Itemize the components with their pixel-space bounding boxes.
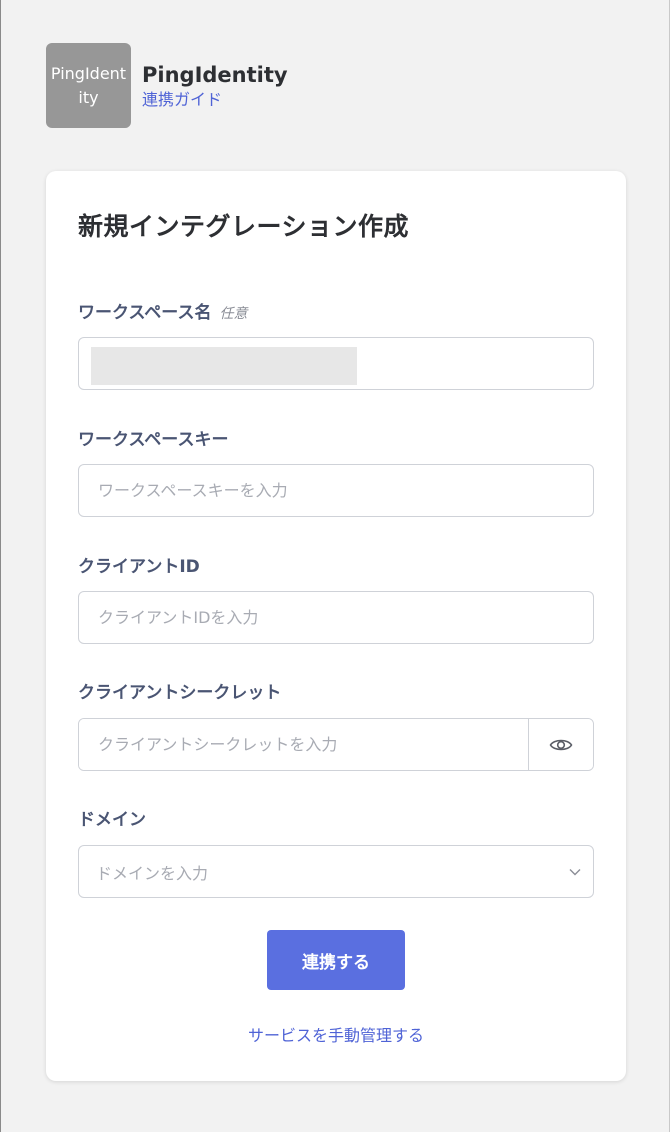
connect-button[interactable]: 連携する (267, 930, 405, 990)
manual-manage-link[interactable]: サービスを手動管理する (46, 1022, 626, 1046)
client-secret-label: クライアントシークレット (78, 683, 282, 703)
brand-name: PingIdentity (142, 62, 288, 87)
domain-select[interactable]: ドメインを入力 (78, 845, 594, 898)
integration-form-card: 新規インテグレーション作成 ワークスペース名任意 ワークスペースキー クライアン… (46, 171, 626, 1081)
workspace-name-label: ワークスペース名 任意 (78, 298, 247, 323)
toggle-visibility-button[interactable] (528, 719, 593, 770)
redacted-value (91, 347, 357, 385)
client-secret-group (78, 718, 594, 771)
domain-label: ドメイン (78, 810, 146, 830)
app-header: PingIdentity PingIdentity 連携ガイド (46, 43, 288, 128)
eye-icon (549, 739, 573, 750)
page-title: 新規インテグレーション作成 (78, 212, 410, 241)
client-id-input[interactable] (78, 591, 594, 644)
client-id-label: クライアントID (78, 557, 200, 577)
workspace-key-label: ワークスペースキー (78, 430, 229, 450)
chevron-down-icon (569, 868, 581, 875)
workspace-key-input[interactable] (78, 464, 594, 517)
optional-tag: 任意 (219, 306, 248, 322)
domain-select-placeholder: ドメインを入力 (96, 863, 209, 883)
pingidentity-logo: PingIdentity (46, 43, 131, 128)
client-secret-input[interactable] (79, 719, 528, 770)
integration-guide-link[interactable]: 連携ガイド (142, 89, 288, 111)
workspace-name-input[interactable] (78, 337, 594, 390)
page-frame: PingIdentity PingIdentity 連携ガイド 新規インテグレー… (0, 0, 670, 1132)
brand-block: PingIdentity 連携ガイド (142, 61, 288, 111)
workspace-name-label-text: ワークスペース名 (78, 303, 212, 323)
